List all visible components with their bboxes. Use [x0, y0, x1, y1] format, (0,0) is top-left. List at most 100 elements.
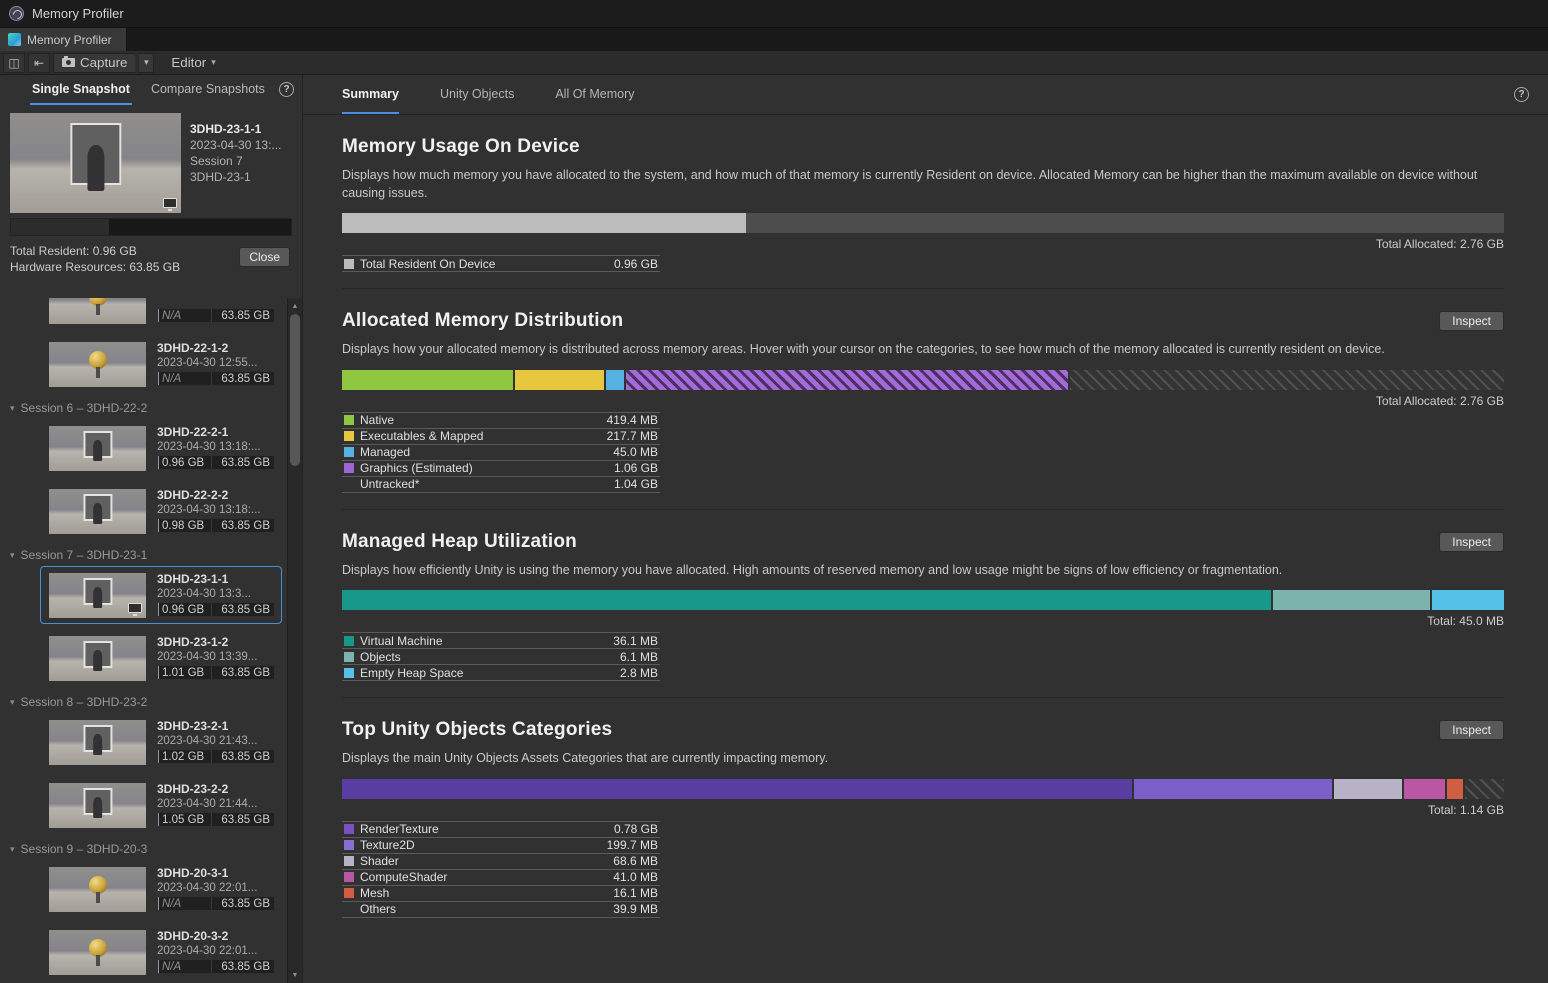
snapshot-info: 3DHD-20-3-12023-04-30 22:01...N/A63.85 G…: [157, 867, 275, 911]
scroll-down-arrow[interactable]: ▼: [288, 968, 302, 982]
snapshot-memory-values: N/A63.85 GB: [157, 308, 275, 323]
bar-segment-mesh[interactable]: [1447, 779, 1463, 799]
snapshot-row[interactable]: 3DHD-22-2-22023-04-30 13:18:...0.98 GB63…: [40, 482, 282, 540]
snapshot-row[interactable]: 2023-04-30 12:54...N/A63.85 GB: [40, 298, 282, 330]
collapse-triangle-icon[interactable]: ▾: [10, 403, 15, 414]
snapshot-row[interactable]: 3DHD-23-1-22023-04-30 13:39...1.01 GB63.…: [40, 629, 282, 687]
collapse-triangle-icon[interactable]: ▾: [10, 550, 15, 561]
tab-summary[interactable]: Summary: [342, 75, 399, 114]
snapshot-row[interactable]: 3DHD-23-2-12023-04-30 21:43...1.02 GB63.…: [40, 713, 282, 771]
bar-segment-texture2d[interactable]: [1134, 779, 1332, 799]
sidebar-scrollbar[interactable]: ▲ ▼: [287, 298, 302, 983]
bar-segment-rendertexture[interactable]: [342, 779, 1132, 799]
capture-dropdown-caret[interactable]: ▾: [138, 53, 154, 73]
session-label: Session 9 – 3DHD-20-3: [21, 842, 148, 856]
bar-segment-executables-mapped[interactable]: [515, 370, 604, 390]
bar-segment-total-resident[interactable]: [342, 213, 746, 233]
tab-all-of-memory[interactable]: All Of Memory: [555, 75, 634, 114]
tab-unity-objects[interactable]: Unity Objects: [440, 75, 514, 114]
inspect-button[interactable]: Inspect: [1439, 311, 1504, 331]
legend-value: 199.7 MB: [607, 838, 658, 852]
session-label: Session 8 – 3DHD-23-2: [21, 695, 148, 709]
main-help-icon[interactable]: ?: [1514, 87, 1529, 102]
legend-row: Texture2D199.7 MB: [342, 838, 660, 854]
bar-total-label: Total: 1.14 GB: [342, 803, 1504, 817]
snapshot-row[interactable]: 3DHD-22-2-12023-04-30 13:18:...0.96 GB63…: [40, 419, 282, 477]
snapshot-name: 3DHD-23-2-1: [157, 720, 275, 733]
thumbnail-orb-stand: [96, 892, 100, 904]
memory-bar: [342, 590, 1504, 610]
editor-label: Editor: [171, 55, 206, 70]
resident-value: N/A: [162, 373, 181, 385]
open-snapshot-session: Session 7: [190, 153, 292, 169]
bar-segment-graphics-estimated[interactable]: [626, 370, 1068, 390]
memory-bar: [342, 213, 1504, 233]
hardware-value: 63.85 GB: [221, 373, 270, 385]
section-legend: Virtual Machine36.1 MBObjects6.1 MBEmpty…: [342, 632, 660, 681]
hardware-value: 63.85 GB: [221, 604, 270, 616]
snapshot-row[interactable]: 3DHD-23-1-12023-04-30 13:3...0.96 GB63.8…: [40, 566, 282, 624]
bar-segment-empty-heap-space[interactable]: [1432, 590, 1504, 610]
legend-label: Objects: [360, 650, 614, 664]
window-tabstrip: Memory Profiler: [0, 28, 1548, 51]
snapshot-info: 3DHD-20-3-22023-04-30 22:01...N/A63.85 G…: [157, 930, 275, 974]
close-snapshot-button[interactable]: Close: [239, 247, 290, 267]
legend-swatch: [344, 824, 354, 834]
bar-segment-others[interactable]: [1465, 779, 1504, 799]
bar-segment-shader[interactable]: [1334, 779, 1402, 799]
tab-memory-profiler[interactable]: Memory Profiler: [0, 28, 127, 51]
bar-segment-virtual-machine[interactable]: [342, 590, 1271, 610]
snapshot-date: 2023-04-30 13:39...: [157, 651, 275, 664]
session-header: ▾Session 7 – 3DHD-23-1: [0, 545, 286, 565]
bar-segment-managed[interactable]: [606, 370, 624, 390]
tab-single-snapshot[interactable]: Single Snapshot: [30, 75, 132, 105]
thumbnail-figure: [93, 503, 103, 524]
sidebar-help-icon[interactable]: ?: [279, 82, 294, 97]
bar-segment-native[interactable]: [342, 370, 513, 390]
snapshot-name: 3DHD-20-3-2: [157, 930, 275, 943]
profiler-app-icon: [9, 6, 24, 21]
screen-badge-icon: [163, 198, 177, 208]
section-legend: Native419.4 MBExecutables & Mapped217.7 …: [342, 412, 660, 493]
snapshot-thumbnail: [49, 930, 146, 975]
inspect-button[interactable]: Inspect: [1439, 720, 1504, 740]
legend-label: Virtual Machine: [360, 634, 607, 648]
scroll-up-arrow[interactable]: ▲: [288, 299, 302, 313]
capture-button[interactable]: Capture: [53, 53, 135, 73]
legend-value: 6.1 MB: [620, 650, 658, 664]
legend-swatch: [344, 668, 354, 678]
collapse-triangle-icon[interactable]: ▾: [10, 697, 15, 708]
legend-swatch: [344, 447, 354, 457]
bar-segment-computeshader[interactable]: [1404, 779, 1444, 799]
editor-dropdown[interactable]: Editor ▾: [163, 53, 223, 73]
snapshot-row[interactable]: 3DHD-20-3-12023-04-30 22:01...N/A63.85 G…: [40, 860, 282, 918]
scrollbar-thumb[interactable]: [290, 314, 300, 466]
import-snapshot-button[interactable]: ⇤: [28, 53, 50, 73]
thumbnail-orb-stand: [96, 955, 100, 967]
hardware-resources-text: Hardware Resources: 63.85 GB: [10, 259, 236, 275]
panel-toggle-button[interactable]: ◫: [3, 53, 25, 73]
snapshots-sidebar: Single Snapshot Compare Snapshots ? 3DHD…: [0, 75, 303, 983]
legend-row: Executables & Mapped217.7 MB: [342, 429, 660, 445]
snapshot-row[interactable]: 3DHD-23-2-22023-04-30 21:44...1.05 GB63.…: [40, 776, 282, 834]
snapshot-thumbnail: [49, 342, 146, 387]
snapshot-row[interactable]: 3DHD-20-3-22023-04-30 22:01...N/A63.85 G…: [40, 923, 282, 981]
snapshot-name: 3DHD-22-1-2: [157, 342, 275, 355]
tab-compare-snapshots[interactable]: Compare Snapshots: [149, 75, 267, 105]
summary-sections: Memory Usage On DeviceDisplays how much …: [303, 115, 1548, 934]
snapshot-row[interactable]: 3DHD-22-1-22023-04-30 12:55...N/A63.85 G…: [40, 335, 282, 393]
import-icon: ⇤: [34, 56, 44, 70]
snapshot-memory-values: N/A63.85 GB: [157, 959, 275, 974]
inspect-button[interactable]: Inspect: [1439, 532, 1504, 552]
capture-label: Capture: [80, 55, 127, 70]
collapse-triangle-icon[interactable]: ▾: [10, 844, 15, 855]
session-header: ▾ Session 8 – 3DHD-23-2: [0, 692, 286, 712]
bar-segment-objects[interactable]: [1273, 590, 1430, 610]
resident-value: 0.98 GB: [162, 520, 204, 532]
bar-segment-untracked[interactable]: [1070, 370, 1504, 390]
legend-value: 41.0 MB: [613, 870, 658, 884]
hardware-value: 63.85 GB: [221, 310, 270, 322]
section-allocated-memory-distribution: Allocated Memory DistributionInspectDisp…: [342, 289, 1504, 510]
thumbnail-figure: [93, 797, 103, 818]
bar-segment-allocated-remainder[interactable]: [746, 213, 1504, 233]
